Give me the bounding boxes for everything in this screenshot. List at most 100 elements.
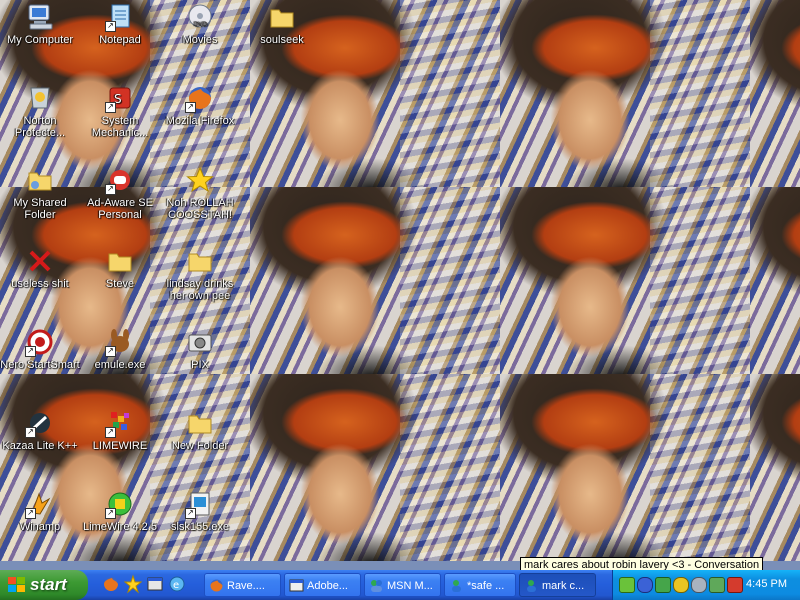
shared-folder-icon (25, 165, 55, 195)
taskbar-button-rave[interactable]: Rave.... (204, 573, 281, 597)
icon-label: Winamp (19, 521, 61, 533)
nero-icon: ↗ (25, 327, 55, 357)
desktop-icon-limewire-425[interactable]: ↗ LimeWire 4.2.5 (80, 489, 160, 533)
desktop-icon-kazaa[interactable]: ↗ Kazaa Lite K++ (0, 408, 80, 452)
shortcut-arrow-icon: ↗ (25, 346, 36, 357)
icon-label: useless shit (11, 278, 69, 290)
taskbar-button-mark[interactable]: mark c... (519, 573, 596, 597)
wallpaper-tile (500, 0, 750, 187)
icon-label: Nero StartSmart (0, 359, 80, 371)
star-icon (185, 165, 215, 195)
icon-label: LIMEWIRE (92, 440, 148, 452)
shortcut-arrow-icon: ↗ (105, 427, 116, 438)
network-icon[interactable] (709, 577, 725, 593)
window-icon (289, 578, 304, 593)
desktop-icon-pix[interactable]: PIX (160, 327, 240, 371)
icon-label: My Computer (6, 34, 74, 46)
desktop-icon-soulseek[interactable]: soulseek (242, 2, 322, 46)
soulseek-exe-icon: ↗ (185, 489, 215, 519)
gray-icon[interactable] (691, 577, 707, 593)
norton-icon (25, 83, 55, 113)
svg-text:e: e (173, 580, 179, 591)
people-icon[interactable] (655, 577, 671, 593)
limewire-green-icon: ↗ (105, 489, 135, 519)
taskbar-button-label: *safe ... (467, 580, 505, 592)
x-icon (25, 246, 55, 276)
green-icon[interactable] (619, 577, 635, 593)
desktop-icon-emule[interactable]: ↗ emule.exe (80, 327, 160, 371)
desktop-icon-firefox[interactable]: ↗ Mozila Firefox (160, 83, 240, 127)
winamp-icon: ↗ (25, 489, 55, 519)
blue-icon[interactable] (637, 577, 653, 593)
desktop-icon-limewire[interactable]: ↗ LIMEWIRE (80, 408, 160, 452)
desktop-icon-winamp[interactable]: ↗ Winamp (0, 489, 80, 533)
taskbar-button-adobe[interactable]: Adobe... (284, 573, 361, 597)
icon-label: emule.exe (94, 359, 146, 371)
window-icon[interactable] (146, 574, 164, 594)
taskbar-button-msn[interactable]: MSN M... (364, 573, 441, 597)
firefox-icon[interactable] (102, 574, 120, 594)
desktop-icon-lindsay[interactable]: lindsay drinks her own pee (160, 246, 240, 302)
icon-label: System Mechanic... (91, 115, 149, 139)
desktop-icon-movies[interactable]: DVD Movies (160, 2, 240, 46)
desktop-icon-nero[interactable]: ↗ Nero StartSmart (0, 327, 80, 371)
ad-aware-icon: ↗ (105, 165, 135, 195)
wallpaper-tile (750, 0, 800, 187)
taskbar: start e Rave.... Adobe... MSN M... *safe… (0, 570, 800, 600)
icon-label: slsk155.exe (170, 521, 230, 533)
start-button[interactable]: start (0, 570, 88, 600)
desktop-icon-ad-aware[interactable]: ↗ Ad-Aware SE Personal (80, 165, 160, 221)
taskbar-button-safe[interactable]: *safe ... (444, 573, 516, 597)
wallpaper-tile (750, 374, 800, 561)
my-computer-icon (25, 2, 55, 32)
desktop-icon-steve[interactable]: Steve (80, 246, 160, 290)
desktop-icon-shared-folder[interactable]: My Shared Folder (0, 165, 80, 221)
star-icon[interactable] (123, 574, 143, 594)
chat-icon (449, 578, 464, 593)
taskbar-button-label: mark c... (542, 580, 585, 592)
folder-icon (105, 246, 135, 276)
desktop-icon-norton[interactable]: Norton Protecte... (0, 83, 80, 139)
firefox-icon (209, 578, 224, 593)
notepad-icon: ↗ (105, 2, 135, 32)
icon-label: Ad-Aware SE Personal (87, 197, 153, 221)
desktop-icon-system-mechanic[interactable]: S ↗ System Mechanic... (80, 83, 160, 139)
windows-logo-icon (8, 577, 26, 593)
shield-icon[interactable] (727, 577, 743, 593)
desktop-icon-notepad[interactable]: ↗ Notepad (80, 2, 160, 46)
shortcut-arrow-icon: ↗ (25, 508, 36, 519)
icon-label: Kazaa Lite K++ (2, 440, 78, 452)
desktop-icon-slsk155[interactable]: ↗ slsk155.exe (160, 489, 240, 533)
icon-label: Noh ROLLAH COOSSTAH! (166, 197, 234, 221)
clock[interactable]: 4:45 PM (746, 578, 787, 590)
icon-label: lindsay drinks her own pee (166, 278, 234, 302)
wallpaper-tile (500, 187, 750, 374)
icon-label: soulseek (260, 34, 304, 46)
icon-label: Mozila Firefox (165, 115, 235, 127)
folder-icon (185, 408, 215, 438)
chat-icon (524, 578, 539, 593)
icon-label: Norton Protecte... (14, 115, 66, 139)
movies-icon: DVD (185, 2, 215, 32)
system-tray: 4:45 PM (612, 570, 800, 600)
camera-icon (185, 327, 215, 357)
desktop-icon-my-computer[interactable]: My Computer (0, 2, 80, 46)
icon-label: New Folder (171, 440, 229, 452)
ie-icon[interactable]: e (168, 574, 186, 594)
desktop-icon-noh-rollah[interactable]: Noh ROLLAH COOSSTAH! (160, 165, 240, 221)
desktop[interactable]: My Computer ↗ Notepad DVD Movies soulsee… (0, 0, 800, 570)
taskbar-button-label: Rave.... (227, 580, 265, 592)
desktop-icon-new-folder[interactable]: New Folder (160, 408, 240, 452)
limewire-icon: ↗ (105, 408, 135, 438)
shortcut-arrow-icon: ↗ (25, 427, 36, 438)
firefox-icon: ↗ (185, 83, 215, 113)
msn-icon (369, 578, 384, 593)
yellow-icon[interactable] (673, 577, 689, 593)
icon-label: Notepad (99, 34, 141, 46)
icon-label: Movies (182, 34, 218, 46)
shortcut-arrow-icon: ↗ (105, 508, 116, 519)
desktop-icon-useless[interactable]: useless shit (0, 246, 80, 290)
wallpaper-tile (250, 187, 500, 374)
emule-icon: ↗ (105, 327, 135, 357)
wallpaper-tile (750, 187, 800, 374)
